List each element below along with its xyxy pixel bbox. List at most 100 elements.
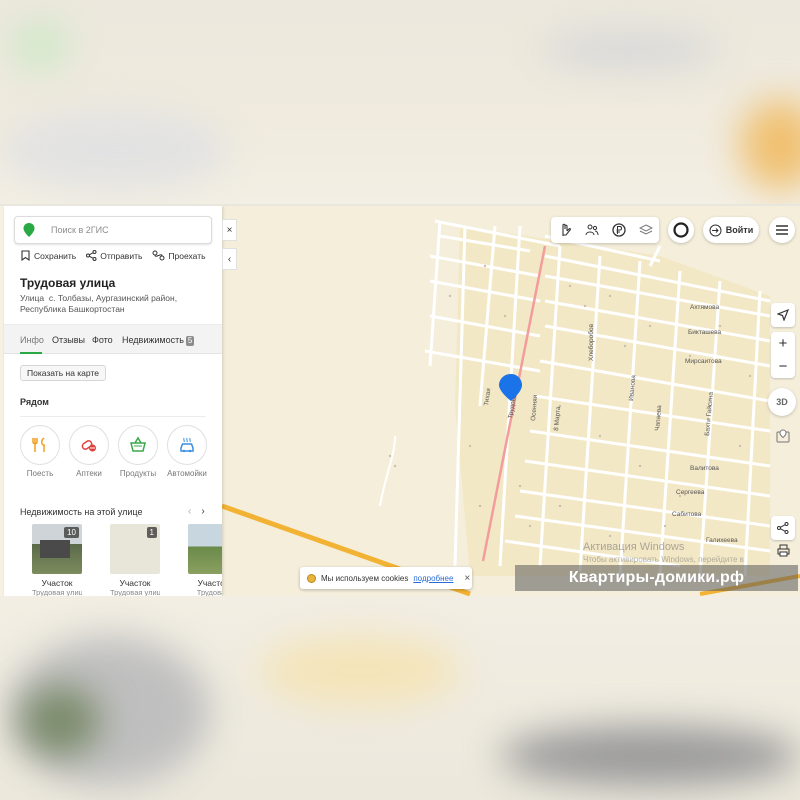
photo-count: 10 — [64, 527, 79, 538]
map-pin-icon — [776, 429, 790, 443]
divider — [20, 416, 206, 417]
zoom-control: + − — [771, 332, 795, 378]
realty-photo: 10 — [32, 524, 82, 574]
realty-title: Участок — [197, 578, 222, 588]
car-wash-icon — [180, 437, 194, 453]
people-icon — [585, 224, 598, 236]
street-label: Хлеборобов — [587, 323, 595, 361]
category-circle — [20, 425, 60, 465]
save-label: Сохранить — [34, 250, 77, 261]
realty-photo: 1 — [110, 524, 160, 574]
share-label: Отправить — [100, 250, 143, 261]
hamburger-icon — [776, 225, 788, 235]
nearby-heading: Рядом — [20, 397, 49, 407]
category-circle — [69, 425, 109, 465]
cookie-text: Мы используем cookies — [321, 573, 409, 583]
category-label: Автомойки — [167, 469, 207, 478]
street-label: Сабитова — [672, 510, 702, 518]
category-carwash[interactable]: Автомойки — [165, 425, 209, 478]
street-label: Ахтямова — [690, 304, 719, 311]
dirt-track — [379, 435, 396, 507]
cookie-more-link[interactable]: подробнее — [413, 574, 453, 583]
save-button[interactable]: Сохранить — [20, 250, 76, 261]
share-button[interactable]: Отправить — [86, 250, 142, 261]
realty-heading: Недвижимость на этой улице — [20, 507, 143, 517]
attractions-button[interactable] — [551, 217, 578, 243]
street-label: Сергеева — [676, 489, 705, 496]
prev-arrow-icon[interactable]: ‹ — [188, 506, 201, 517]
zoom-in-button[interactable]: + — [771, 332, 795, 355]
windows-activation-title: Активация Windows — [583, 541, 685, 553]
printer-icon — [777, 544, 789, 556]
tab-info[interactable]: Инфо — [20, 335, 44, 345]
category-food[interactable]: Поесть — [18, 425, 62, 478]
category-label: Продукты — [119, 469, 157, 478]
street-label: Бикташева — [688, 329, 722, 336]
category-pharmacy[interactable]: Аптеки — [67, 425, 111, 478]
layers-button[interactable] — [632, 217, 659, 243]
search-input[interactable]: Поиск в 2ГИС — [14, 216, 212, 244]
theme-button[interactable] — [668, 217, 694, 243]
navigation-arrow-icon — [777, 309, 789, 321]
category-grocery[interactable]: Продукты — [116, 425, 160, 478]
pills-icon — [81, 440, 96, 452]
tab-photos[interactable]: Фото — [92, 335, 113, 345]
blurred-background-bottom — [0, 596, 800, 800]
close-panel-button[interactable]: × — [222, 219, 237, 241]
login-icon — [709, 224, 722, 236]
print-button[interactable] — [771, 538, 795, 562]
realty-address: Трудовая улица, 73 — [110, 588, 160, 596]
tabs-bar: Инфо Отзывы Фото Недвижимость 5 — [4, 324, 222, 354]
realty-address: Трудовая улица, 47 — [32, 588, 82, 596]
share-icon — [777, 522, 789, 534]
cookie-banner: Мы используем cookies подробнее × — [300, 567, 472, 589]
cookie-icon — [307, 573, 316, 583]
route-button[interactable]: Проехать — [152, 250, 206, 261]
place-address-text: с. Толбазы, Аургазинский район, Республи… — [20, 293, 178, 314]
realty-card[interactable]: Участок Трудовая — [188, 524, 222, 596]
realty-card[interactable]: 10 Участок Трудовая улица, 47 — [32, 524, 82, 596]
zoom-out-button[interactable]: − — [771, 355, 795, 378]
screenshot-window: Ахтямова Бикташева Мирсаитова Валитова С… — [0, 206, 800, 596]
my-location-button[interactable] — [771, 303, 795, 327]
realty-card[interactable]: 1 Участок Трудовая улица, 73 — [110, 524, 160, 596]
realty-title: Участок — [119, 578, 151, 588]
2gis-logo-icon — [23, 223, 35, 237]
3d-toggle-button[interactable]: 3D — [768, 388, 796, 416]
map-pin-button[interactable] — [771, 424, 795, 448]
circle-icon — [673, 222, 689, 238]
plus-icon: + — [778, 335, 788, 352]
category-circle — [167, 425, 207, 465]
parking-button[interactable] — [605, 217, 632, 243]
chevron-left-icon: ‹ — [227, 253, 232, 265]
bookmark-icon — [21, 250, 30, 261]
next-arrow-icon[interactable]: › — [201, 506, 214, 517]
category-circle — [118, 425, 158, 465]
map-layers-toolbar — [551, 217, 659, 243]
street-label: Мирсаитова — [685, 358, 722, 365]
route-icon — [152, 250, 165, 261]
login-label: Войти — [725, 225, 754, 235]
place-panel: Поиск в 2ГИС Сохранить Отправить Проехат… — [4, 206, 222, 596]
realty-carousel-arrows: ‹› — [188, 506, 215, 517]
basket-icon — [130, 436, 146, 452]
tab-realty[interactable]: Недвижимость 5 — [122, 335, 195, 346]
windows-activation-subtitle: Чтобы активировать Windows, перейдите в — [583, 555, 744, 564]
share-icon — [86, 250, 97, 261]
category-label: Аптеки — [76, 469, 102, 478]
realty-photo — [188, 524, 222, 574]
close-icon: × — [226, 224, 233, 236]
realty-address: Трудовая — [196, 588, 222, 596]
ruble-icon — [611, 223, 626, 237]
street-label: Галихеева — [706, 537, 738, 544]
share-map-button[interactable] — [771, 516, 795, 540]
menu-button[interactable] — [769, 217, 795, 243]
friends-button[interactable] — [578, 217, 605, 243]
login-button[interactable]: Войти — [703, 217, 759, 243]
show-on-map-button[interactable]: Показать на карте — [20, 365, 106, 381]
place-address: Улица с. Толбазы, Аургазинский район, Ре… — [20, 293, 216, 315]
cookie-close-button[interactable]: × — [464, 573, 470, 584]
site-watermark: Квартиры-домики.рф — [515, 565, 798, 591]
collapse-panel-button[interactable]: ‹ — [222, 248, 237, 270]
tab-reviews[interactable]: Отзывы — [52, 335, 85, 345]
